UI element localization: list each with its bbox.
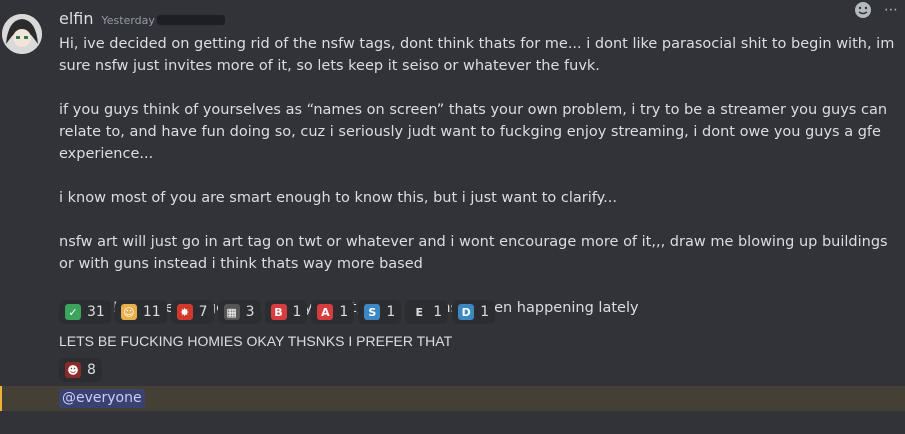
mention-indicator-bar — [0, 386, 2, 411]
letter-e-icon: E — [411, 304, 428, 320]
message-header: elfin Yesterday — [59, 9, 225, 29]
message-content: Hi, ive decided on getting rid of the ns… — [59, 33, 899, 319]
reaction-button[interactable]: ☺ 11 — [114, 300, 167, 324]
message-content-2: LETS BE FUCKING HOMIES OKAY THSNKS I PRE… — [59, 333, 453, 349]
custom-image-icon: ▦ — [223, 304, 240, 320]
reaction-count: 11 — [142, 304, 161, 320]
reaction-bar: ✓ 31 ☺ 11 ✸ 7 ▦ 3 B 1 A 1 S 1 E 1 D 1 — [59, 300, 496, 324]
reaction-count: 3 — [245, 304, 255, 320]
reaction-button[interactable]: ✸ 7 — [170, 300, 214, 324]
reaction-button[interactable]: ▦ 3 — [217, 300, 261, 324]
reaction-button[interactable]: E1 — [405, 300, 449, 324]
reaction-button[interactable]: A1 — [311, 300, 355, 324]
angel-icon: ☺ — [120, 304, 137, 320]
reaction-count: 7 — [198, 304, 208, 320]
letter-a-icon: A — [317, 304, 334, 320]
paragraph: nsfw art will just go in art tag on twt … — [59, 234, 888, 272]
reaction-button[interactable]: ✓ 31 — [59, 300, 111, 324]
reaction-button[interactable]: B1 — [264, 300, 308, 324]
reaction-button[interactable]: D1 — [452, 300, 496, 324]
letter-d-icon: D — [458, 304, 475, 320]
username[interactable]: elfin — [59, 9, 94, 28]
custom-face-icon: ☻ — [65, 362, 81, 378]
more-options-icon[interactable]: ⋯ — [881, 0, 901, 20]
letter-s-icon: S — [364, 304, 381, 320]
reaction-button[interactable]: S1 — [358, 300, 402, 324]
reaction-bar-2: ☻ 8 — [59, 358, 102, 382]
avatar[interactable] — [2, 14, 42, 54]
reaction-count: 31 — [87, 304, 105, 320]
reaction-count: 1 — [339, 304, 349, 320]
explosion-icon: ✸ — [176, 304, 193, 320]
reaction-button[interactable]: ☻ 8 — [59, 358, 102, 382]
add-reaction-icon[interactable] — [853, 0, 873, 20]
message: ⋯ elfin Yesterday Hi, ive decided on get… — [0, 0, 905, 434]
everyone-mention[interactable]: @everyone — [59, 389, 145, 408]
message-hover-toolbar: ⋯ — [853, 0, 901, 20]
letter-b-icon: B — [270, 304, 287, 320]
reaction-count: 1 — [292, 304, 302, 320]
redacted-bar — [156, 15, 225, 25]
reaction-count: 8 — [87, 362, 96, 378]
paragraph: i know most of you are smart enough to k… — [59, 190, 617, 206]
paragraph: if you guys think of yourselves as “name… — [59, 102, 888, 162]
reaction-count: 1 — [433, 304, 443, 320]
timestamp[interactable]: Yesterday — [102, 14, 155, 27]
mention-highlight-row: @everyone — [0, 386, 905, 411]
check-icon: ✓ — [65, 304, 81, 320]
reaction-count: 1 — [386, 304, 396, 320]
reaction-count: 1 — [480, 304, 490, 320]
paragraph: Hi, ive decided on getting rid of the ns… — [59, 36, 895, 74]
